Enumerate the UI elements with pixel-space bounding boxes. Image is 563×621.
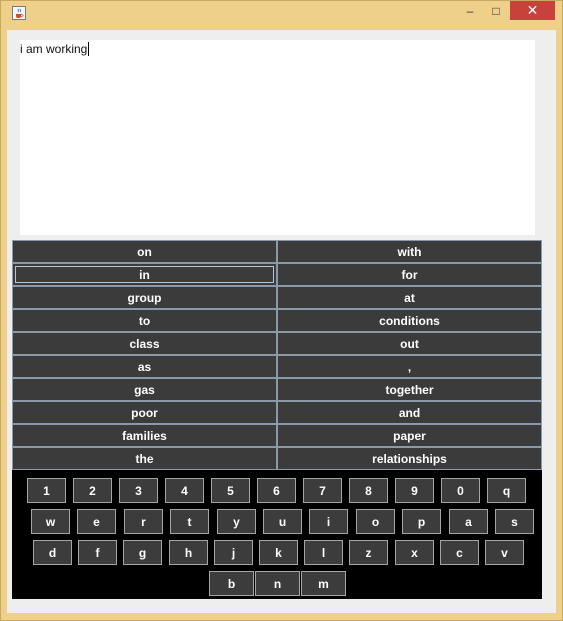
key-s[interactable]: s [495, 509, 534, 534]
key-9[interactable]: 9 [395, 478, 434, 503]
suggestion-button[interactable]: out [277, 332, 542, 355]
key-e[interactable]: e [77, 509, 116, 534]
close-button[interactable]: ✕ [510, 1, 555, 20]
suggestion-button[interactable]: conditions [277, 309, 542, 332]
key-q[interactable]: q [487, 478, 526, 503]
key-y[interactable]: y [217, 509, 256, 534]
suggestion-button[interactable]: and [277, 401, 542, 424]
key-3[interactable]: 3 [119, 478, 158, 503]
java-cup-icon[interactable] [12, 6, 26, 20]
key-m[interactable]: m [301, 571, 346, 596]
suggestion-button[interactable]: class [12, 332, 277, 355]
key-x[interactable]: x [395, 540, 434, 565]
key-n[interactable]: n [255, 571, 300, 596]
suggestion-button[interactable]: families [12, 424, 277, 447]
minimize-button[interactable]: – [459, 1, 481, 21]
key-5[interactable]: 5 [211, 478, 250, 503]
key-l[interactable]: l [304, 540, 343, 565]
key-r[interactable]: r [124, 509, 163, 534]
suggestion-button[interactable]: group [12, 286, 277, 309]
maximize-icon: □ [492, 4, 500, 18]
maximize-button[interactable]: □ [485, 1, 507, 21]
editor-content: i am working [20, 42, 88, 56]
suggestion-button[interactable]: , [277, 355, 542, 378]
client-area: i am working on with in for group at to conditi… [7, 30, 556, 613]
key-o[interactable]: o [356, 509, 395, 534]
key-0[interactable]: 0 [441, 478, 480, 503]
key-b[interactable]: b [209, 571, 254, 596]
key-c[interactable]: c [440, 540, 479, 565]
suggestion-grid: on with in for group at to conditions class out as… [12, 240, 542, 470]
key-7[interactable]: 7 [303, 478, 342, 503]
text-editor[interactable]: i am working [20, 40, 535, 235]
app-window: – □ ✕ i am working on with in for group at to c… [0, 0, 563, 621]
key-f[interactable]: f [78, 540, 117, 565]
editor-text: i am working [20, 42, 90, 56]
key-p[interactable]: p [402, 509, 441, 534]
close-icon: ✕ [526, 2, 539, 18]
key-t[interactable]: t [170, 509, 209, 534]
suggestion-button[interactable]: for [277, 263, 542, 286]
suggestion-button[interactable]: together [277, 378, 542, 401]
key-d[interactable]: d [33, 540, 72, 565]
suggestion-button[interactable]: to [12, 309, 277, 332]
minimize-icon: – [466, 4, 474, 18]
key-a[interactable]: a [449, 509, 488, 534]
suggestion-button[interactable]: relationships [277, 447, 542, 470]
key-g[interactable]: g [123, 540, 162, 565]
suggestion-button[interactable]: with [277, 240, 542, 263]
suggestion-button[interactable]: in [12, 263, 277, 286]
suggestion-button[interactable]: on [12, 240, 277, 263]
key-1[interactable]: 1 [27, 478, 66, 503]
key-6[interactable]: 6 [257, 478, 296, 503]
title-bar[interactable]: – □ ✕ [1, 1, 562, 25]
key-z[interactable]: z [349, 540, 388, 565]
suggestion-button[interactable]: poor [12, 401, 277, 424]
suggestion-button[interactable]: gas [12, 378, 277, 401]
suggestion-button[interactable]: the [12, 447, 277, 470]
suggestion-button[interactable]: paper [277, 424, 542, 447]
on-screen-keyboard: 1234567890q wertyuiopas dfghjklzxcv bnm [12, 470, 542, 599]
key-4[interactable]: 4 [165, 478, 204, 503]
key-k[interactable]: k [259, 540, 298, 565]
key-w[interactable]: w [31, 509, 70, 534]
key-u[interactable]: u [263, 509, 302, 534]
key-j[interactable]: j [214, 540, 253, 565]
key-i[interactable]: i [309, 509, 348, 534]
suggestion-button[interactable]: as [12, 355, 277, 378]
key-2[interactable]: 2 [73, 478, 112, 503]
text-caret [88, 42, 90, 56]
key-v[interactable]: v [485, 540, 524, 565]
key-8[interactable]: 8 [349, 478, 388, 503]
key-h[interactable]: h [169, 540, 208, 565]
suggestion-button[interactable]: at [277, 286, 542, 309]
